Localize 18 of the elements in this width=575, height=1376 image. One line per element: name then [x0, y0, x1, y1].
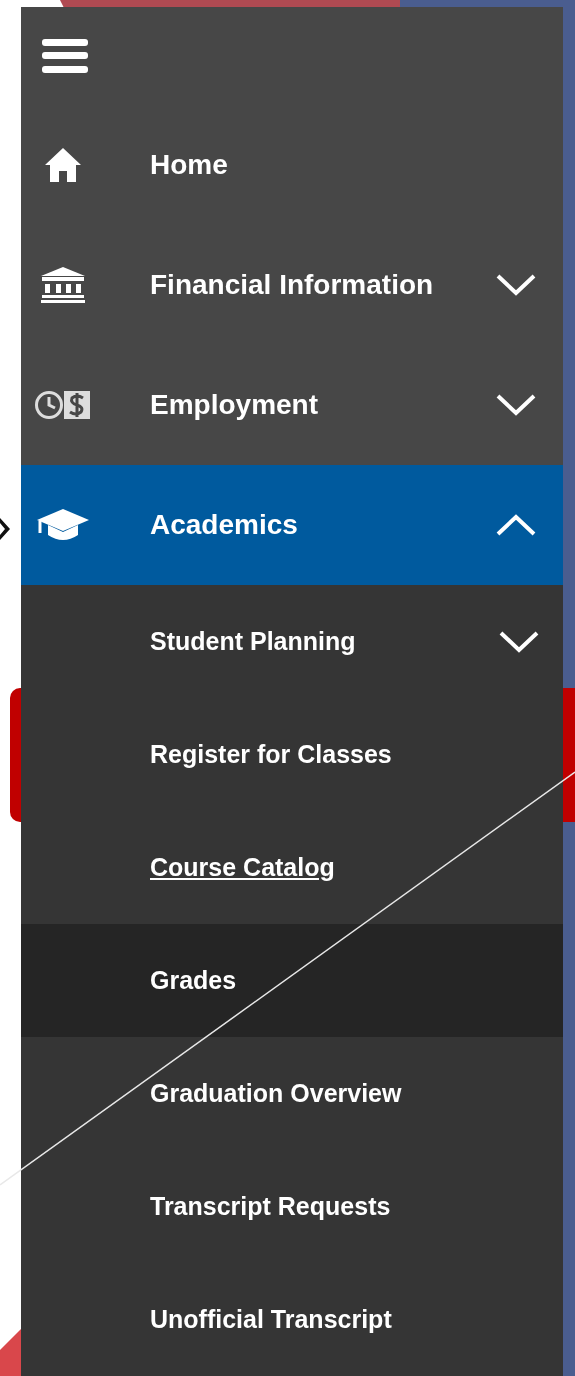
- bank-icon: [41, 267, 85, 303]
- nav-item[interactable]: Financial Information: [21, 225, 563, 345]
- home-icon: [45, 148, 81, 182]
- submenu-item[interactable]: Course Catalog: [21, 811, 563, 924]
- clock-dollar-icon: [35, 389, 91, 421]
- arrow-head-icon: [0, 518, 10, 540]
- menu-icon[interactable]: [42, 39, 88, 73]
- nav-item[interactable]: Academics: [21, 465, 563, 585]
- submenu-item[interactable]: Register for Classes: [21, 698, 563, 811]
- submenu-item[interactable]: Grades: [21, 924, 563, 1037]
- nav-item[interactable]: Home: [21, 105, 563, 225]
- slide-corner-shape: [0, 1328, 22, 1376]
- submenu-item[interactable]: Graduation Overview: [21, 1037, 563, 1150]
- submenu-item[interactable]: Student Planning: [21, 585, 563, 698]
- submenu-item[interactable]: Transcript Requests: [21, 1150, 563, 1263]
- submenu-item[interactable]: Unofficial Transcript: [21, 1263, 563, 1376]
- graduation-cap-icon: [37, 509, 89, 541]
- nav-item[interactable]: Employment: [21, 345, 563, 465]
